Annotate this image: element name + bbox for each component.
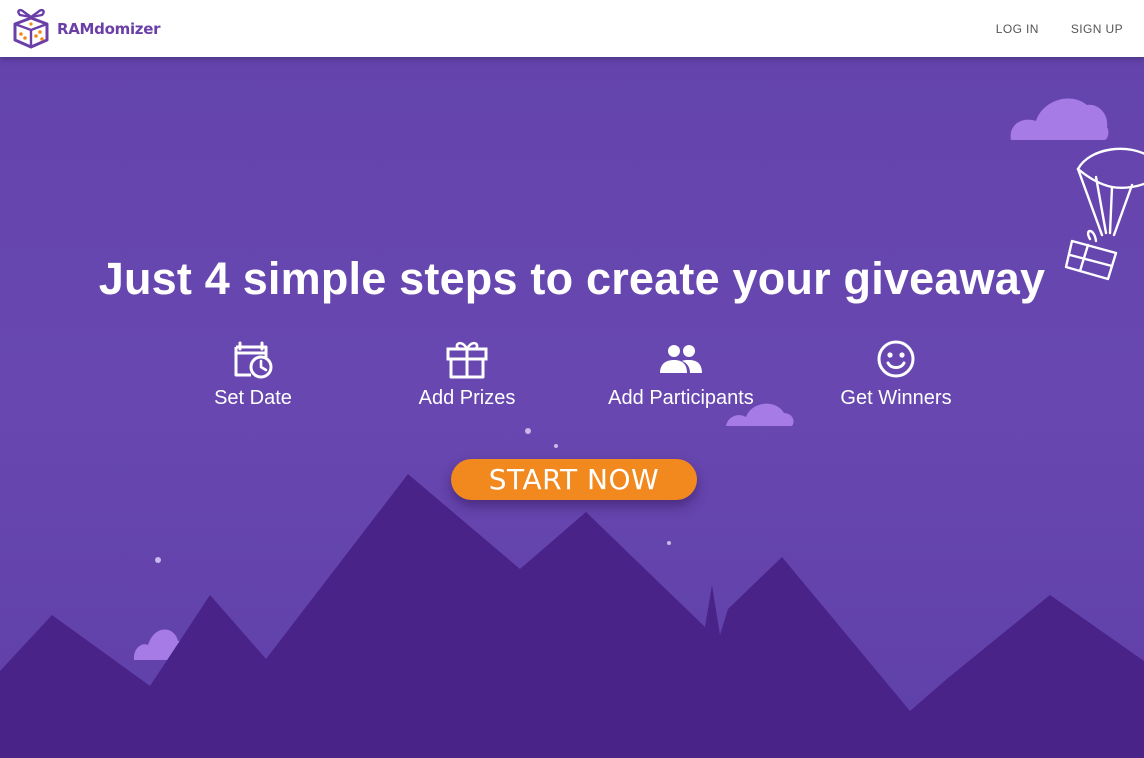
login-link[interactable]: LOG IN (996, 22, 1039, 36)
step-label: Set Date (214, 387, 292, 409)
brand-name: RAMdomizer (57, 19, 161, 38)
star (155, 557, 161, 563)
smiley-icon (877, 340, 915, 378)
hero-section: Just 4 simple steps to create your givea… (0, 57, 1144, 758)
step-label: Get Winners (840, 387, 952, 409)
step-label: Add Prizes (418, 387, 516, 409)
cloud-top-right (1010, 98, 1109, 140)
star (667, 541, 671, 545)
calendar-clock-icon (234, 341, 273, 379)
gift-icon (446, 341, 488, 379)
top-nav: LOG IN SIGN UP (996, 22, 1123, 36)
step-label: Add Participants (608, 387, 754, 409)
step-set-date: Set Date (143, 337, 363, 410)
top-navbar: RAMdomizer LOG IN SIGN UP (0, 0, 1144, 57)
gift-box-dice-icon (13, 8, 49, 48)
star (554, 444, 558, 448)
start-now-button[interactable]: START NOW (451, 459, 697, 500)
step-add-participants: Add Participants (571, 337, 791, 410)
mountains (0, 474, 1144, 758)
hero-headline: Just 4 simple steps to create your givea… (98, 253, 1046, 304)
people-icon (660, 345, 702, 373)
step-get-winners: Get Winners (786, 337, 1006, 410)
step-add-prizes: Add Prizes (357, 337, 577, 410)
signup-link[interactable]: SIGN UP (1071, 22, 1123, 36)
star (525, 428, 531, 434)
brand[interactable]: RAMdomizer (11, 8, 161, 50)
